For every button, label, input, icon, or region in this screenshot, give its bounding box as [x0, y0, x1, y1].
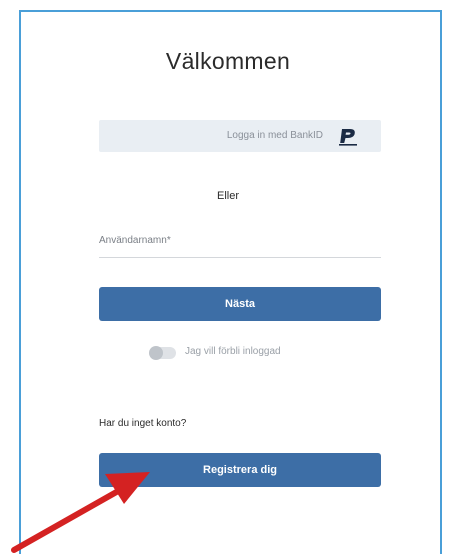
page-title: Välkommen — [165, 48, 291, 74]
remember-me-toggle[interactable] — [149, 346, 176, 360]
username-label: Användarnamn* — [99, 235, 171, 246]
remember-me-label: Jag vill förbli inloggad — [185, 346, 281, 357]
or-separator: Eller — [216, 190, 239, 202]
remember-me-row: Jag vill förbli inloggad — [0, 344, 456, 362]
toggle-knob — [149, 346, 163, 360]
screenshot-stage: Välkommen Logga in med BankID Eller Anvä… — [0, 0, 456, 554]
bankid-login-button[interactable]: Logga in med BankID — [99, 120, 381, 152]
bankid-button-label: Logga in med BankID — [226, 130, 323, 141]
register-button[interactable]: Registrera dig — [99, 453, 381, 487]
no-account-text: Har du inget konto? — [99, 418, 187, 429]
next-button[interactable]: Nästa — [99, 287, 381, 321]
bankid-logo-icon — [339, 129, 357, 146]
username-field[interactable]: Användarnamn* — [99, 228, 381, 258]
